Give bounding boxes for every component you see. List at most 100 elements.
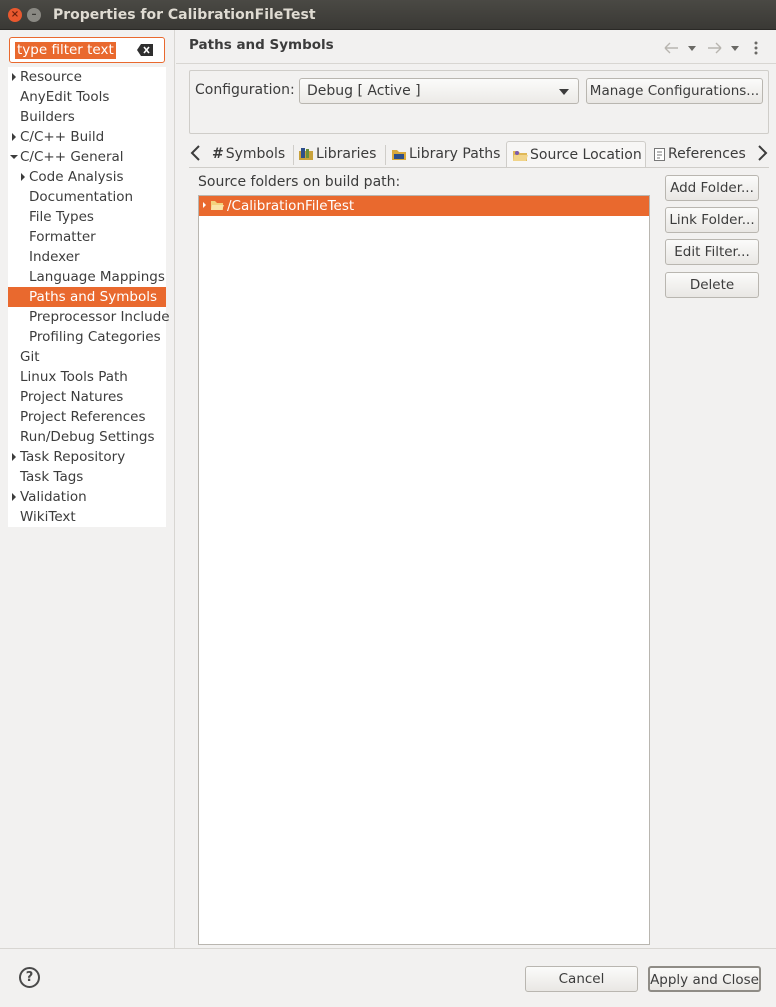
tree-item-label: File Types [29,209,94,225]
tab-symbols[interactable]: # Symbols [212,141,285,167]
tree-item-label: C/C++ General [20,149,124,165]
tab-label: Source Location [530,147,642,163]
expand-icon[interactable] [203,202,206,208]
tree-item[interactable]: Preprocessor Include [8,307,170,327]
tree-item-label: Project References [20,409,146,425]
tree-item-label: Formatter [29,229,96,245]
tree-item[interactable]: Builders [8,107,166,127]
tree-item-label: Project Natures [20,389,124,405]
tree-item[interactable]: Validation [8,487,166,507]
tree-item-label: Profiling Categories [29,329,161,345]
tree-item[interactable]: Run/Debug Settings [8,427,166,447]
tree-item[interactable]: Language Mappings [8,267,166,287]
back-menu-icon[interactable] [688,46,696,51]
tree-item-label: AnyEdit Tools [20,89,110,105]
tab-scroll-left-icon[interactable] [189,144,203,162]
tree-item-label: Linux Tools Path [20,369,128,385]
apply-and-close-button[interactable]: Apply and Close [648,966,761,992]
tree-item-label: Indexer [29,249,80,265]
navigation-pane: type filter text Resource AnyEdit Tools Bu… [0,30,175,948]
clear-icon[interactable] [137,44,153,56]
tree-item[interactable]: Code Analysis [8,167,166,187]
folder-icon [211,201,224,210]
property-tree: Resource AnyEdit Tools Builders C/C++ Build… [8,67,170,527]
tab-references[interactable]: References [654,141,746,167]
chevron-right-icon[interactable] [12,133,16,141]
tab-source-location[interactable]: Source Location [506,141,646,167]
tree-item[interactable]: Profiling Categories [8,327,166,347]
view-menu-icon[interactable] [754,41,758,55]
tab-scroll-right-icon[interactable] [755,144,769,162]
hash-icon: # [212,146,224,162]
tree-item[interactable]: C/C++ General [8,147,166,167]
manage-configurations-button[interactable]: Manage Configurations... [586,78,763,104]
tab-divider [293,145,294,165]
source-folder-icon [513,150,528,161]
tree-item[interactable]: Git [8,347,166,367]
tree-item[interactable]: Task Tags [8,467,166,487]
tree-item-label: Resource [20,69,82,85]
chevron-right-icon[interactable] [12,73,16,81]
tab-label: Symbols [225,146,286,162]
tree-item[interactable]: Documentation [8,187,166,207]
navigation-arrows [664,41,758,55]
footer-divider [0,948,776,949]
edit-filter-button[interactable]: Edit Filter... [665,239,759,265]
tree-item[interactable]: AnyEdit Tools [8,87,166,107]
back-arrow-icon[interactable] [664,42,678,54]
tree-item-label: Paths and Symbols [29,289,157,305]
chevron-right-icon[interactable] [21,173,25,181]
page-title: Paths and Symbols [189,37,334,53]
tree-item-label: Code Analysis [29,169,124,185]
chevron-down-icon[interactable] [10,155,18,159]
tree-item[interactable]: Formatter [8,227,166,247]
minimize-icon[interactable]: – [27,8,41,22]
tree-item[interactable]: Project References [8,407,166,427]
configuration-select[interactable]: Debug [ Active ] [299,78,579,104]
tab-libraries[interactable]: Libraries [299,141,376,167]
source-folders-label: Source folders on build path: [198,174,401,190]
reference-icon [654,147,665,161]
help-icon[interactable]: ? [19,967,40,988]
tab-label: Libraries [316,146,377,162]
tree-item-label: Preprocessor Include [29,309,170,325]
tree-item-label: Documentation [29,189,134,205]
tree-item[interactable]: Linux Tools Path [8,367,166,387]
tree-item-label: Builders [20,109,75,125]
link-folder-button[interactable]: Link Folder... [665,207,759,233]
delete-button[interactable]: Delete [665,272,759,298]
tree-item[interactable]: WikiText [8,507,166,527]
list-item[interactable]: /CalibrationFileTest [199,196,649,216]
configuration-label: Configuration: [195,82,295,98]
tree-item-label: Validation [20,489,87,505]
cancel-button[interactable]: Cancel [525,966,638,992]
tree-item[interactable]: Task Repository [8,447,166,467]
tree-item[interactable]: Project Natures [8,387,166,407]
header-divider [176,63,776,64]
close-icon[interactable]: × [8,8,22,22]
folder-icon [392,149,406,160]
tree-item[interactable]: Indexer [8,247,166,267]
chevron-right-icon[interactable] [12,493,16,501]
forward-menu-icon[interactable] [731,46,739,51]
chevron-down-icon [559,89,569,95]
title-bar: × – Properties for CalibrationFileTest [0,0,776,30]
tree-item-label: Task Tags [20,469,84,485]
tree-item[interactable]: C/C++ Build [8,127,166,147]
folder-path: /CalibrationFileTest [227,198,355,214]
filter-input[interactable]: type filter text [9,37,165,63]
source-folder-list[interactable]: /CalibrationFileTest [198,195,650,945]
tab-content-border [189,167,769,168]
window-title: Properties for CalibrationFileTest [53,7,316,23]
tab-library-paths[interactable]: Library Paths [392,141,500,167]
tree-item-label: WikiText [20,509,76,525]
tree-item[interactable]: File Types [8,207,166,227]
tree-item[interactable]: Paths and Symbols [8,287,166,307]
chevron-right-icon[interactable] [12,453,16,461]
library-icon [299,147,313,160]
add-folder-button[interactable]: Add Folder... [665,175,759,201]
configuration-value: Debug [ Active ] [307,83,421,99]
tab-divider [385,145,386,165]
forward-arrow-icon[interactable] [708,42,722,54]
tree-item[interactable]: Resource [8,67,166,87]
